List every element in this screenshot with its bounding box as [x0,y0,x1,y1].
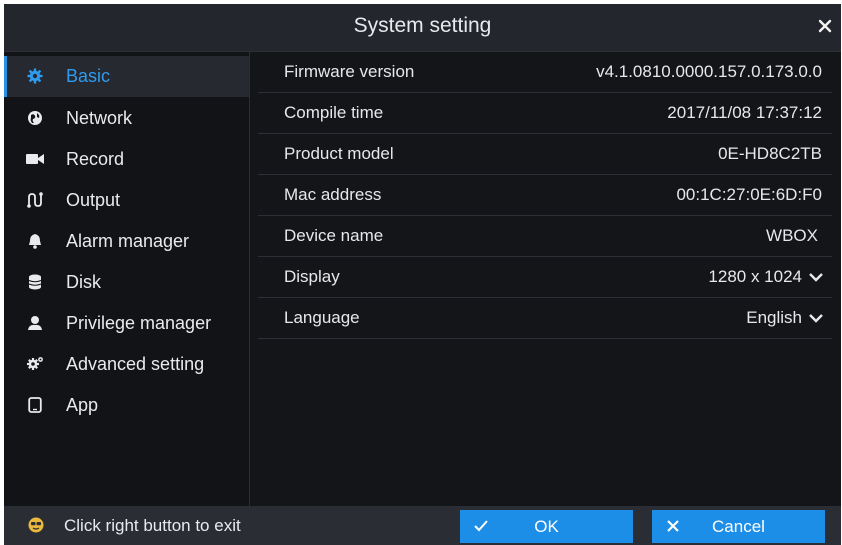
chevron-down-icon [809,314,823,323]
globe-icon [26,109,44,127]
mac-address-row: Mac address 00:1C:27:0E:6D:F0 [258,175,832,216]
firmware-version-label: Firmware version [284,62,415,81]
cancel-button[interactable]: Cancel [652,510,825,543]
system-setting-dialog: System setting Basic Network Record Outp… [4,4,841,545]
language-label: Language [284,308,360,327]
sidebar-item-record[interactable]: Record [4,139,249,180]
cancel-button-label: Cancel [712,517,765,536]
chevron-down-icon [809,273,823,282]
sidebar-item-disk[interactable]: Disk [4,262,249,303]
sidebar-item-label: Advanced setting [66,354,205,374]
video-camera-icon [26,150,44,168]
ok-button-label: OK [534,517,559,536]
compile-time-label: Compile time [284,103,384,122]
footer-bar: Click right button to exit OK Cancel [4,506,841,545]
sidebar-item-label: Disk [66,272,101,292]
compile-time-value: 2017/11/08 17:37:12 [667,103,822,122]
mac-address-label: Mac address [284,185,382,204]
basic-settings-panel: Firmware version v4.1.0810.0000.157.0.17… [250,52,841,506]
firmware-version-row: Firmware version v4.1.0810.0000.157.0.17… [258,52,832,93]
mobile-icon [26,396,44,414]
product-model-label: Product model [284,144,394,163]
sidebar-item-privilege-manager[interactable]: Privilege manager [4,303,249,344]
output-icon [26,191,44,209]
dialog-title: System setting [353,14,492,37]
sidebar-item-basic[interactable]: Basic [4,56,249,97]
display-select-value: 1280 x 1024 [708,267,802,286]
display-label: Display [284,267,340,286]
database-icon [26,273,44,291]
sidebar-item-network[interactable]: Network [4,98,249,139]
sidebar-item-label: Privilege manager [66,313,212,333]
language-select-value: English [746,308,802,327]
sidebar-item-alarm-manager[interactable]: Alarm manager [4,221,249,262]
compile-time-row: Compile time 2017/11/08 17:37:12 [258,93,832,134]
sidebar-item-label: Basic [66,66,111,86]
sidebar-item-app[interactable]: App [4,385,249,426]
gears-icon [26,355,44,373]
sidebar-item-label: Output [66,190,121,210]
mouse-hint-icon [28,517,44,533]
device-name-field[interactable]: WBOX [766,226,818,246]
gear-icon [26,67,44,85]
close-icon [818,19,832,33]
product-model-value: 0E-HD8C2TB [718,144,822,163]
display-select[interactable]: 1280 x 1024 [708,267,824,287]
sidebar-item-label: Alarm manager [66,231,190,251]
mac-address-value: 00:1C:27:0E:6D:F0 [676,185,822,204]
device-name-row: Device name WBOX [258,216,832,257]
display-row: Display 1280 x 1024 [258,257,832,298]
user-icon [26,314,44,332]
sidebar-item-label: App [66,395,99,415]
device-name-label: Device name [284,226,384,245]
ok-button[interactable]: OK [460,510,633,543]
firmware-version-value: v4.1.0810.0000.157.0.173.0.0 [596,62,822,81]
sidebar: Basic Network Record Output Alarm manage [4,52,250,506]
close-button[interactable] [813,14,837,38]
sidebar-item-label: Network [66,108,133,128]
sidebar-item-output[interactable]: Output [4,180,249,221]
product-model-row: Product model 0E-HD8C2TB [258,134,832,175]
bell-icon [26,232,44,250]
sidebar-item-advanced-setting[interactable]: Advanced setting [4,344,249,385]
language-select[interactable]: English [746,308,824,328]
language-row: Language English [258,298,832,339]
sidebar-item-label: Record [66,149,125,169]
footer-hint: Click right button to exit [64,516,241,535]
titlebar: System setting [4,4,841,52]
